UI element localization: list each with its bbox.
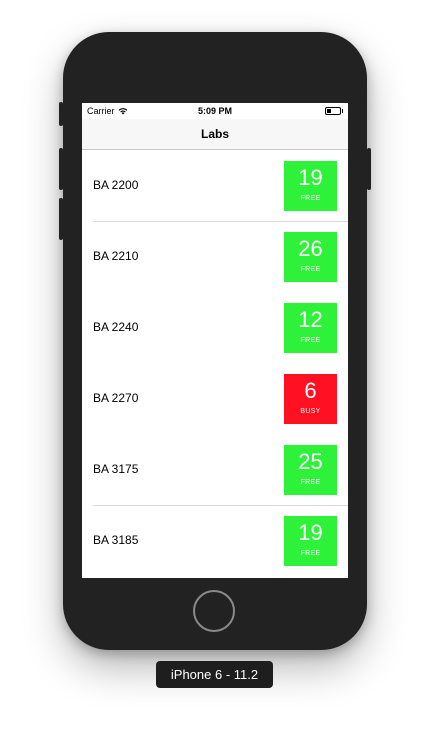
lab-row[interactable]: BA 2200 19 FREE	[82, 150, 348, 221]
status-label: FREE	[300, 337, 321, 344]
lab-row[interactable]: BA 3175 25 FREE	[82, 434, 348, 505]
home-button[interactable]	[193, 590, 235, 632]
battery-icon	[325, 107, 343, 115]
lab-row[interactable]: BA 2270 6 BUSY	[82, 363, 348, 434]
lab-list[interactable]: BA 2200 19 FREE BA 2210 26 FREE BA 2240	[82, 150, 348, 576]
lab-row[interactable]: BA 2240 12 FREE	[82, 292, 348, 363]
lab-name: BA 2240	[93, 320, 139, 334]
availability-badge: 6 BUSY	[284, 374, 337, 424]
phone-frame: Carrier 5:09 PM Labs BA 2200 19 FREE BA …	[59, 32, 371, 650]
lab-name: BA 2210	[93, 249, 139, 263]
lab-row[interactable]: BA 3185 19 FREE	[82, 505, 348, 576]
availability-badge: 25 FREE	[284, 445, 337, 495]
lab-name: BA 3175	[93, 462, 139, 476]
status-label: FREE	[300, 266, 321, 273]
availability-badge: 26 FREE	[284, 232, 337, 282]
simulator-stage: Carrier 5:09 PM Labs BA 2200 19 FREE BA …	[0, 0, 430, 730]
availability-badge: 19 FREE	[284, 161, 337, 211]
navigation-bar: Labs	[82, 119, 348, 150]
device-label: iPhone 6 - 11.2	[156, 661, 273, 688]
free-seat-count: 25	[298, 449, 323, 474]
app-screen: Carrier 5:09 PM Labs BA 2200 19 FREE BA …	[82, 103, 348, 578]
volume-down-button[interactable]	[59, 198, 63, 240]
free-seat-count: 19	[298, 165, 323, 190]
free-seat-count: 26	[298, 236, 323, 261]
availability-badge: 12 FREE	[284, 303, 337, 353]
power-button[interactable]	[367, 148, 371, 190]
free-seat-count: 6	[304, 378, 317, 403]
status-bar: Carrier 5:09 PM	[82, 103, 348, 119]
lab-name: BA 2270	[93, 391, 139, 405]
status-label: FREE	[300, 195, 321, 202]
free-seat-count: 19	[298, 520, 323, 545]
volume-up-button[interactable]	[59, 148, 63, 190]
lab-name: BA 3185	[93, 533, 139, 547]
status-label: FREE	[300, 479, 321, 486]
lab-name: BA 2200	[93, 178, 139, 192]
mute-switch[interactable]	[59, 102, 63, 126]
battery-level-fill	[327, 109, 331, 113]
status-label: FREE	[300, 550, 321, 557]
availability-badge: 19 FREE	[284, 516, 337, 566]
page-title: Labs	[200, 127, 229, 141]
status-time: 5:09 PM	[197, 106, 232, 116]
status-label: BUSY	[300, 408, 321, 415]
lab-row[interactable]: BA 2210 26 FREE	[82, 221, 348, 292]
free-seat-count: 12	[298, 307, 323, 332]
